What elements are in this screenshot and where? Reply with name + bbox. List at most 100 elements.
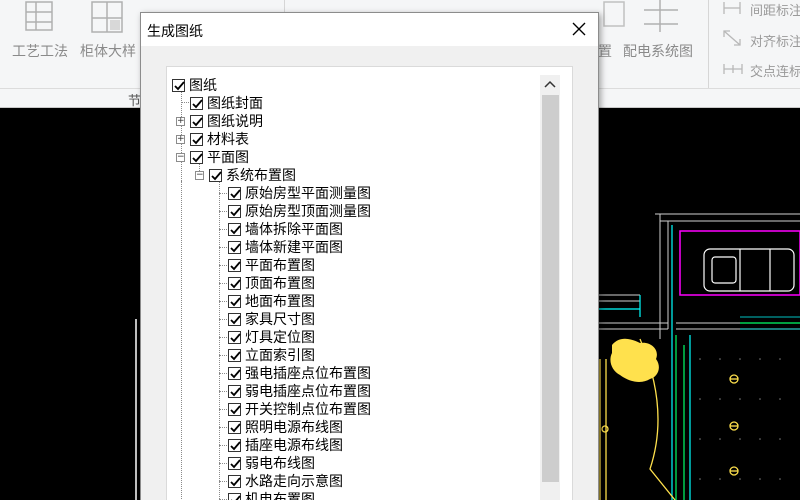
tree-node-item[interactable]: 插座电源布线图 [228,436,343,454]
checkbox-checked[interactable] [228,330,241,344]
close-button[interactable] [568,18,590,40]
process-icon [22,0,62,40]
tree-node-label: 平面图 [207,150,249,166]
expand-plus-icon[interactable]: + [176,117,185,126]
tree-node-item[interactable]: 原始房型顶面测量图 [228,202,371,220]
expand-plus-icon[interactable]: + [176,135,185,144]
layout-button[interactable]: 置 [598,41,612,61]
tree-line [219,463,227,464]
tree-node-label: 家具尺寸图 [245,312,315,328]
cabinet-detail-icon [88,0,128,40]
checkbox-checked[interactable] [190,96,203,110]
checkbox-checked[interactable] [190,114,203,128]
dialog-title: 生成图纸 [147,24,203,40]
checkbox-checked[interactable] [228,474,241,488]
checkbox-checked[interactable] [228,258,241,272]
collapse-minus-icon[interactable]: − [176,153,185,162]
tree-node-item[interactable]: 墙体拆除平面图 [228,220,343,238]
tree-node-item[interactable]: 开关控制点位布置图 [228,400,371,418]
dialog-titlebar[interactable]: 生成图纸 [141,13,598,46]
checkbox-checked[interactable] [228,240,241,254]
intersection-dim-icon [722,61,744,81]
tree-node-label: 图纸说明 [207,114,263,130]
distribution-system-button[interactable]: 配电系统图 [623,41,693,61]
tree-node-floorplan[interactable]: 平面图 [190,148,249,166]
tree-node-description[interactable]: 图纸说明 [190,112,263,130]
checkbox-checked[interactable] [228,276,241,290]
checkbox-checked[interactable] [228,348,241,362]
tree-node-label: 地面布置图 [245,294,315,310]
tree-node-label: 弱电布线图 [245,456,315,472]
checkbox-checked[interactable] [228,312,241,326]
tree-node-item[interactable]: 墙体新建平面图 [228,238,343,256]
tree-node-materials[interactable]: 材料表 [190,130,249,148]
tree-line [219,211,227,212]
checkbox-checked[interactable] [228,402,241,416]
checkbox-checked[interactable] [228,294,241,308]
tree-node-item[interactable]: 地面布置图 [228,292,315,310]
scroll-up-button[interactable] [540,75,560,93]
tree-line [219,337,227,338]
align-dim-button[interactable]: 对齐标注 [750,31,800,50]
chevron-up-icon [544,80,556,88]
tree-node-label: 强电插座点位布置图 [245,366,371,382]
checkbox-checked[interactable] [228,438,241,452]
spacing-dim-icon [722,0,744,20]
tree-node-item[interactable]: 弱电布线图 [228,454,315,472]
tree-node-item[interactable]: 家具尺寸图 [228,310,315,328]
tree-line [219,427,227,428]
checkbox-checked[interactable] [228,222,241,236]
tree-node-label: 原始房型顶面测量图 [245,204,371,220]
tree-node-item[interactable]: 水路走向示意图 [228,472,343,490]
tree-node-label: 弱电插座点位布置图 [245,384,371,400]
tree-node-item[interactable]: 平面布置图 [228,256,315,274]
tree-line [181,102,189,103]
spacing-dim-button[interactable]: 间距标注 [750,0,800,19]
drawing-tree[interactable]: 图纸 图纸封面 + 图纸说明 + 材料表 − 平面图 − 系统布置图 原始房型平… [170,75,540,500]
tree-node-label: 平面布置图 [245,258,315,274]
collapse-minus-icon[interactable]: − [195,171,204,180]
scroll-thumb[interactable] [542,95,559,482]
tree-node-item[interactable]: 照明电源布线图 [228,418,343,436]
tree-node-item[interactable]: 机电布置图 [228,490,315,500]
tree-line [219,391,227,392]
tree-node-item[interactable]: 立面索引图 [228,346,315,364]
tree-node-label: 墙体拆除平面图 [245,222,343,238]
tree-node-label: 机电布置图 [245,492,315,500]
tree-node-item[interactable]: 原始房型平面测量图 [228,184,371,202]
checkbox-checked[interactable] [228,456,241,470]
checkbox-checked[interactable] [209,168,222,182]
tree-node-item[interactable]: 顶面布置图 [228,274,315,292]
distribution-system-icon [640,0,684,40]
tree-node-system-layout[interactable]: 系统布置图 [209,166,296,184]
checkbox-checked[interactable] [190,150,203,164]
tree-node-item[interactable]: 弱电插座点位布置图 [228,382,371,400]
tree-line [219,481,227,482]
checkbox-checked[interactable] [228,186,241,200]
checkbox-checked[interactable] [228,204,241,218]
tree-node-item[interactable]: 灯具定位图 [228,328,315,346]
tree-node-label: 顶面布置图 [245,276,315,292]
checkbox-checked[interactable] [228,366,241,380]
cabinet-detail-button[interactable]: 柜体大样 [80,41,136,61]
checkbox-checked[interactable] [228,420,241,434]
tree-line [219,409,227,410]
tree-line [219,301,227,302]
tree-node-label: 材料表 [207,132,249,148]
ribbon-separator [708,0,709,88]
tree-node-label: 图纸封面 [207,96,263,112]
checkbox-checked[interactable] [228,384,241,398]
vertical-scrollbar[interactable] [540,75,560,500]
tree-node-label: 水路走向示意图 [245,474,343,490]
checkbox-checked[interactable] [190,132,203,146]
process-button[interactable]: 工艺工法 [12,41,68,61]
checkbox-checked[interactable] [172,78,185,92]
checkbox-checked[interactable] [228,492,241,500]
tree-node-item[interactable]: 强电插座点位布置图 [228,364,371,382]
tree-node-cover[interactable]: 图纸封面 [190,94,263,112]
intersection-dim-button[interactable]: 交点连标 [750,61,800,80]
tree-line [181,181,182,500]
tree-root[interactable]: 图纸 [172,76,217,94]
tree-line [219,283,227,284]
tree-node-label: 原始房型平面测量图 [245,186,371,202]
